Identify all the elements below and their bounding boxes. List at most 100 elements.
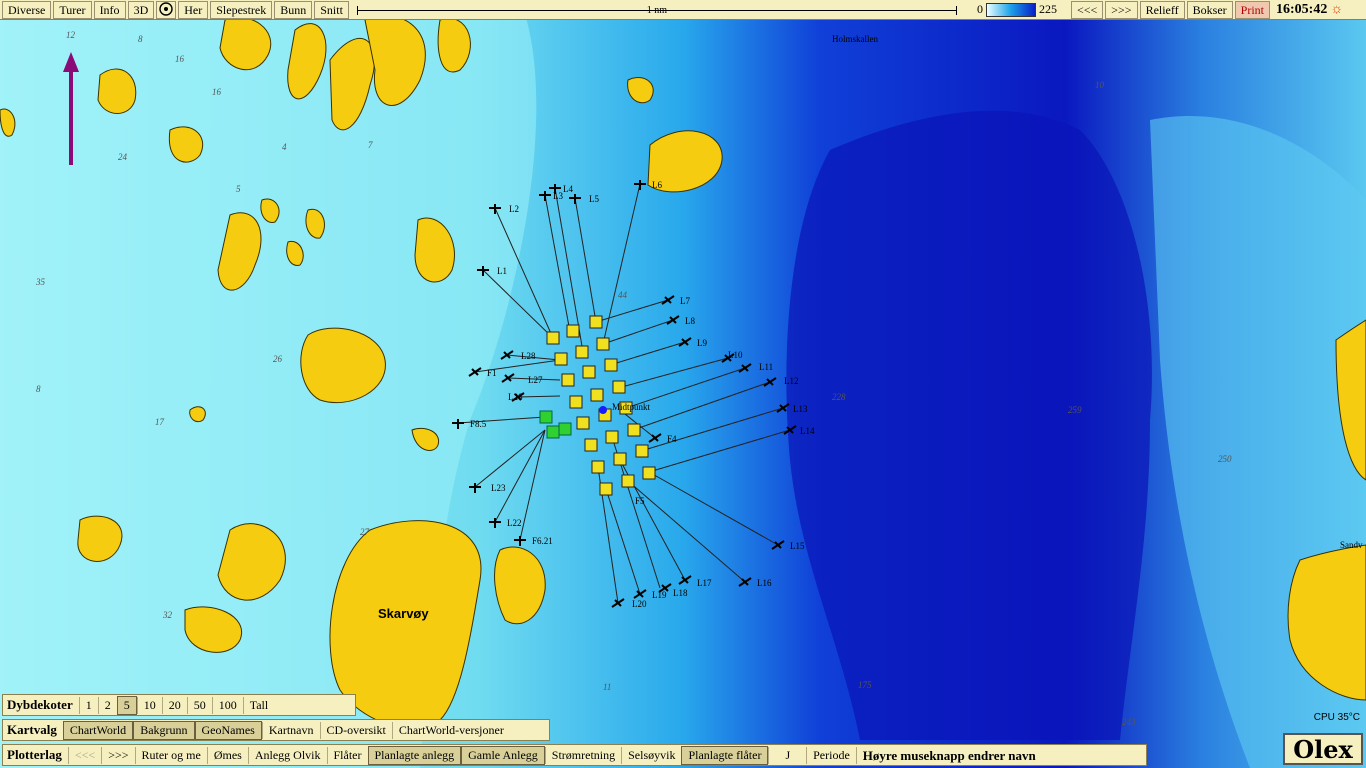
anchor-label: F1 [487, 368, 497, 378]
dybdekoter-panel: Dybdekoter 1 2 5 10 20 50 100 Tall [2, 694, 356, 716]
anchor-label: L28 [521, 351, 536, 361]
dybdekoter-option[interactable]: 20 [161, 696, 187, 714]
plotterlag-next-button[interactable]: >>> [101, 746, 134, 764]
here-button[interactable]: Her [178, 0, 209, 19]
view-3d-button[interactable]: 3D [127, 0, 155, 19]
snitt-button[interactable]: Snitt [314, 0, 349, 19]
plotterlag-option[interactable]: Planlagte anlegg [367, 745, 462, 765]
kartvalg-option[interactable]: Kartnavn [261, 721, 320, 739]
forward-button[interactable]: >>> [1105, 0, 1138, 19]
depth-legend: 0 225 [977, 2, 1057, 17]
place-name-sandv: Sandv [1340, 540, 1363, 550]
anchor-label: L22 [507, 518, 522, 528]
depth-sounding: 8 [138, 34, 143, 44]
dybdekoter-option[interactable]: 10 [136, 696, 162, 714]
plotterlag-option[interactable]: Planlagte flåter [681, 745, 769, 765]
top-toolbar: Diverse Turer Info 3D Her Slepestrek Bun… [0, 0, 1366, 20]
plotterlag-option[interactable]: Selsøyvik [621, 746, 681, 764]
kartvalg-title: Kartvalg [7, 722, 57, 737]
kartvalg-option[interactable]: Bakgrunn [133, 720, 195, 740]
anchor-label: F6.21 [532, 536, 553, 546]
depth-sounding: 10 [1095, 80, 1105, 90]
anchor-label: L27 [528, 375, 543, 385]
anchor-label: L18 [673, 588, 688, 598]
anchor-label: L20 [632, 599, 647, 609]
plotterlag-title: Plotterlag [7, 747, 62, 762]
back-button[interactable]: <<< [1070, 0, 1104, 19]
anchor-label: L9 [697, 338, 707, 348]
anchor-label: F4 [667, 434, 677, 444]
dybdekoter-option[interactable]: Tall [242, 696, 275, 714]
sun-icon: ☼ [1330, 1, 1344, 17]
depth-sounding: 24 [118, 152, 128, 162]
anchor-label: L7 [680, 296, 690, 306]
anchor-label: L14 [800, 426, 815, 436]
depth-sounding: 228 [832, 392, 846, 402]
depth-sounding: 12 [66, 30, 76, 40]
plotterlag-prev-button[interactable]: <<< [67, 746, 101, 764]
plotterlag-option[interactable]: Periode [806, 746, 856, 764]
depth-sounding: 32 [162, 610, 173, 620]
dybdekoter-option[interactable]: 2 [97, 696, 117, 714]
plotterlag-option[interactable]: Gamle Anlegg [461, 745, 545, 765]
depth-sounding: 7 [368, 140, 373, 150]
depth-sounding: 44 [618, 290, 628, 300]
depth-sounding: 26 [273, 354, 283, 364]
plotterlag-panel: Plotterlag <<< >>> Ruter og me Ømes Anle… [2, 744, 1147, 766]
dybdekoter-option[interactable]: 5 [116, 695, 137, 715]
cpu-temperature: CPU 35°C [1313, 712, 1360, 723]
anchor-label: L17 [697, 578, 712, 588]
anchor-label: L13 [793, 404, 808, 414]
plotterlag-option[interactable]: Strømretning [544, 746, 621, 764]
bunn-button[interactable]: Bunn [274, 0, 313, 19]
olex-logo[interactable]: Olex [1283, 733, 1363, 765]
anchor-label: L5 [589, 194, 599, 204]
print-button[interactable]: Print [1234, 0, 1271, 19]
target-icon[interactable] [156, 0, 177, 19]
anchor-label: F8.5 [470, 419, 487, 429]
clock: 16:05:42 [1276, 1, 1328, 17]
depth-max: 225 [1038, 2, 1057, 16]
dybdekoter-option[interactable]: 50 [186, 696, 212, 714]
plotterlag-option[interactable]: Anlegg Olvik [247, 746, 327, 764]
kartvalg-option[interactable]: ChartWorld [62, 720, 134, 740]
anchor-label: L2 [509, 204, 519, 214]
anchor-label: F5 [635, 496, 645, 506]
depth-sounding: 5 [236, 184, 241, 194]
depth-sounding: 16 [175, 54, 185, 64]
plotterlag-option[interactable]: Ømes [206, 746, 248, 764]
menu-diverse[interactable]: Diverse [2, 0, 52, 19]
plotterlag-hint: Høyre museknapp endrer navn [855, 746, 1042, 764]
midtpunkt-label: Midtpunkt [612, 402, 651, 412]
dybdekoter-option[interactable]: 100 [211, 696, 243, 714]
depth-min: 0 [976, 2, 983, 16]
depth-sounding: 8 [36, 384, 41, 394]
kartvalg-option[interactable]: GeoNames [194, 720, 262, 740]
dybdekoter-option[interactable]: 1 [78, 696, 98, 714]
place-name-skarvoy: Skarvøy [378, 606, 429, 621]
anchor-label: L11 [759, 362, 773, 372]
menu-info[interactable]: Info [93, 0, 126, 19]
anchor-label: L16 [757, 578, 772, 588]
depth-gradient [985, 2, 1036, 17]
menu-turer[interactable]: Turer [53, 0, 92, 19]
plotterlag-option[interactable]: Flåter [326, 746, 368, 764]
depth-sounding: 250 [1218, 454, 1232, 464]
plotterlag-option[interactable]: J [768, 746, 806, 764]
scale-label: 1 nm [646, 4, 668, 16]
anchor-label: L6 [652, 180, 662, 190]
nautical-chart[interactable]: Skarvøy Holmskallen Sandv 12 8 16 16 24 … [0, 0, 1366, 768]
place-name-holmskallen: Holmskallen [832, 34, 878, 44]
depth-sounding: 11 [603, 682, 611, 692]
slepestrek-button[interactable]: Slepestrek [210, 0, 273, 19]
bokser-button[interactable]: Bokser [1186, 0, 1233, 19]
kartvalg-option[interactable]: ChartWorld-versjoner [391, 721, 510, 739]
plotterlag-option[interactable]: Ruter og me [134, 746, 207, 764]
depth-sounding: 175 [858, 680, 872, 690]
kartvalg-panel: Kartvalg ChartWorld Bakgrunn GeoNames Ka… [2, 719, 550, 741]
anchor-label: L12 [784, 376, 799, 386]
anchor-label: L4 [563, 184, 573, 194]
kartvalg-option[interactable]: CD-oversikt [319, 721, 392, 739]
dybdekoter-title: Dybdekoter [7, 697, 73, 712]
relieff-button[interactable]: Relieff [1139, 0, 1185, 19]
